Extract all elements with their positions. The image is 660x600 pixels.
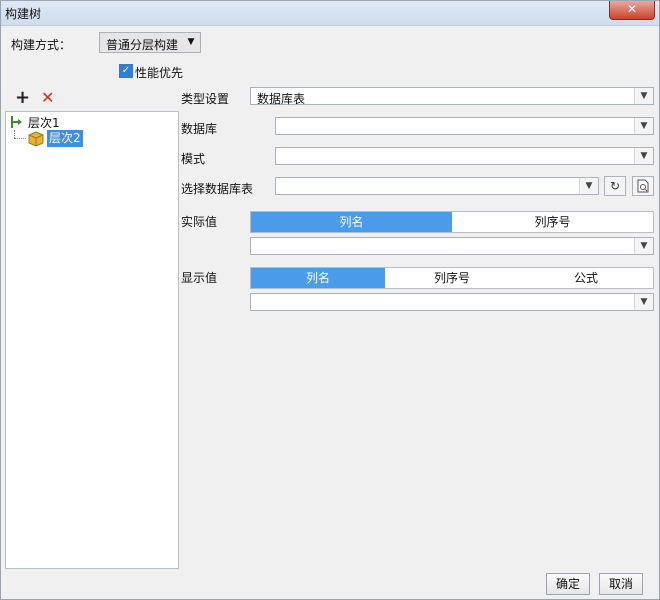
type-value: 数据库表 <box>257 92 306 106</box>
ok-button[interactable]: 确定 <box>546 573 590 595</box>
tree-connector <box>14 130 16 138</box>
schema-select[interactable]: ▼ <box>275 147 654 165</box>
chevron-down-icon: ▼ <box>579 178 598 194</box>
tab-column-index[interactable]: 列序号 <box>385 268 519 288</box>
close-button[interactable]: ✕ <box>609 1 655 20</box>
level-tree[interactable]: 层次1 层次2 <box>5 111 179 569</box>
cube-icon <box>28 131 44 147</box>
tree-item-label: 层次2 <box>47 130 83 147</box>
preview-icon <box>637 179 649 193</box>
preview-button[interactable] <box>632 176 654 196</box>
chevron-down-icon: ▼ <box>634 238 653 254</box>
chevron-down-icon: ▼ <box>634 148 653 164</box>
display-value-tabs: 列名 列序号 公式 <box>250 267 654 289</box>
display-value-select[interactable]: ▼ <box>250 293 654 311</box>
cancel-button[interactable]: 取消 <box>599 573 643 595</box>
chevron-down-icon: ▼ <box>187 37 195 47</box>
close-icon: ✕ <box>626 2 638 16</box>
build-method-value: 普通分层构建 <box>106 38 179 52</box>
performance-checkbox[interactable]: ✓ <box>119 64 133 78</box>
table-label: 选择数据库表 <box>181 182 254 196</box>
refresh-button[interactable]: ↻ <box>604 176 626 196</box>
chevron-down-icon: ▼ <box>634 294 653 310</box>
tab-formula[interactable]: 公式 <box>519 268 653 288</box>
tab-column-name[interactable]: 列名 <box>251 268 385 288</box>
check-icon: ✓ <box>121 65 131 76</box>
level-icon <box>11 116 22 128</box>
type-label: 类型设置 <box>181 92 230 106</box>
chevron-down-icon: ▼ <box>634 118 653 134</box>
actual-value-label: 实际值 <box>181 215 218 229</box>
database-label: 数据库 <box>181 122 218 136</box>
schema-label: 模式 <box>181 152 206 166</box>
tree-item-label: 层次1 <box>28 116 60 130</box>
database-select[interactable]: ▼ <box>275 117 654 135</box>
display-value-label: 显示值 <box>181 271 218 285</box>
window-title: 构建树 <box>5 7 42 21</box>
refresh-icon: ↻ <box>609 179 621 193</box>
performance-label: 性能优先 <box>135 66 184 80</box>
tab-column-index[interactable]: 列序号 <box>452 212 653 232</box>
plus-icon[interactable]: + <box>15 89 30 107</box>
tree-connector <box>14 138 26 140</box>
type-select[interactable]: 数据库表 ▼ <box>250 87 654 106</box>
titlebar: 构建树 ✕ <box>1 1 659 26</box>
dialog-window: 构建树 ✕ 构建方式： 普通分层构建 ▼ ✓ 性能优先 + ✕ 层次1 层次2 … <box>0 0 660 600</box>
table-select[interactable]: ▼ <box>275 177 599 195</box>
tab-column-name[interactable]: 列名 <box>251 212 452 232</box>
build-method-label: 构建方式： <box>11 38 72 52</box>
x-icon[interactable]: ✕ <box>41 90 54 106</box>
actual-value-select[interactable]: ▼ <box>250 237 654 255</box>
build-method-select[interactable]: 普通分层构建 ▼ <box>99 32 201 53</box>
actual-value-tabs: 列名 列序号 <box>250 211 654 233</box>
chevron-down-icon: ▼ <box>634 88 653 104</box>
